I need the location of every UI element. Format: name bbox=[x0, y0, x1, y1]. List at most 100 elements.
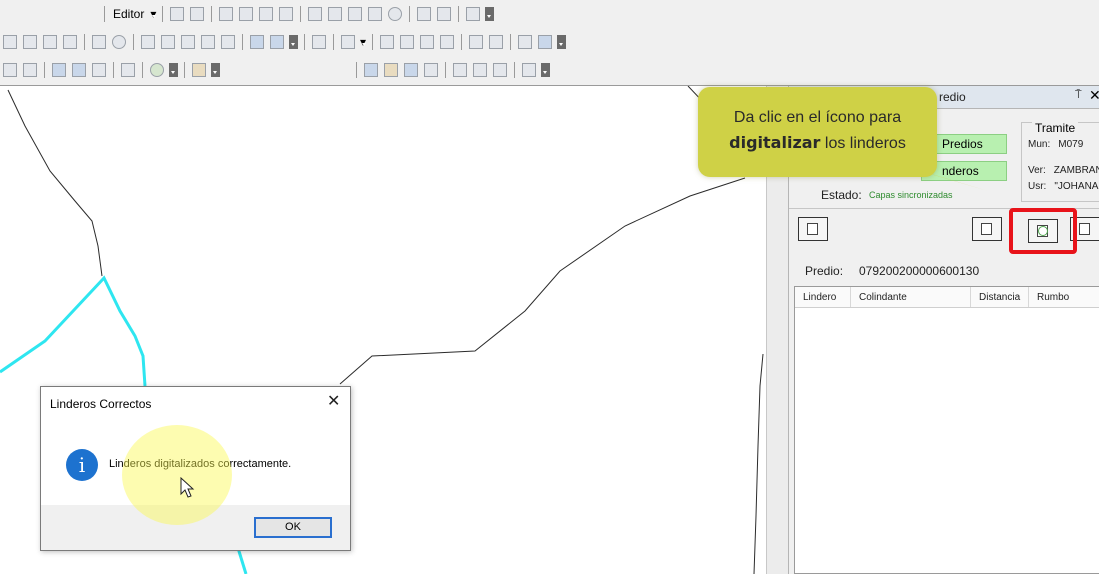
toolbar-separator bbox=[242, 34, 243, 50]
fillet-icon[interactable] bbox=[380, 35, 394, 49]
usr-label: Usr: bbox=[1028, 181, 1047, 192]
pin-icon[interactable]: ⍑ bbox=[1075, 89, 1082, 102]
globe-icon[interactable] bbox=[150, 63, 164, 77]
create-features-icon[interactable] bbox=[466, 7, 481, 21]
toolbar-options-icon[interactable] bbox=[211, 63, 220, 77]
toolbar-options-icon[interactable] bbox=[289, 35, 298, 49]
toolbar-separator bbox=[510, 34, 511, 50]
parcel-edit-icon[interactable] bbox=[384, 63, 398, 77]
toolbox-icon[interactable] bbox=[72, 63, 86, 77]
toolbar-separator bbox=[300, 6, 302, 22]
parcel-line bbox=[0, 275, 147, 387]
parcel-tools-icon[interactable] bbox=[424, 63, 438, 77]
extend-icon[interactable] bbox=[23, 35, 37, 49]
parcel-layers-icon[interactable] bbox=[364, 63, 378, 77]
mouse-cursor-icon bbox=[180, 477, 195, 498]
parcel-search-icon[interactable] bbox=[404, 63, 418, 77]
ver-value: ZAMBRAN bbox=[1053, 165, 1099, 176]
union-icon[interactable] bbox=[161, 35, 175, 49]
dialog-title: Linderos Correctos bbox=[50, 397, 152, 411]
select-predio-button[interactable] bbox=[798, 217, 828, 241]
report-icon[interactable] bbox=[538, 35, 552, 49]
toolbar-separator bbox=[133, 34, 134, 50]
rotate-icon[interactable] bbox=[388, 7, 403, 21]
column-header-distancia[interactable]: Distancia bbox=[971, 287, 1029, 307]
buffer-icon[interactable] bbox=[270, 35, 284, 49]
toolbar-separator bbox=[514, 62, 515, 78]
hyperlink-icon[interactable] bbox=[518, 35, 532, 49]
straight-segment-icon[interactable] bbox=[219, 7, 234, 21]
parcel-report-icon[interactable] bbox=[493, 63, 507, 77]
edit-annotation-icon[interactable] bbox=[190, 7, 205, 21]
topology-edit-icon[interactable] bbox=[3, 35, 17, 49]
snap-icon[interactable] bbox=[400, 35, 414, 49]
sketch-properties-icon[interactable] bbox=[437, 7, 452, 21]
info-icon: i bbox=[66, 449, 98, 481]
toolbar-separator bbox=[84, 34, 85, 50]
python-icon[interactable] bbox=[121, 63, 135, 77]
toolbar-options-icon[interactable] bbox=[541, 63, 550, 77]
identify-icon[interactable] bbox=[489, 35, 503, 49]
toolbar-options-icon[interactable] bbox=[485, 7, 495, 21]
column-header-colindante[interactable]: Colindante bbox=[851, 287, 971, 307]
linderos-grid[interactable]: Lindero Colindante Distancia Rumbo bbox=[794, 286, 1099, 574]
callout-bold-word: digitalizar bbox=[729, 133, 821, 152]
table-icon[interactable] bbox=[469, 35, 483, 49]
toolbar-separator bbox=[104, 6, 105, 22]
toolbar-separator bbox=[44, 62, 45, 78]
align-icon[interactable] bbox=[201, 35, 215, 49]
edit-tool-icon[interactable] bbox=[170, 7, 185, 21]
chevron-down-icon[interactable]: ▾ bbox=[360, 35, 366, 49]
model-builder-icon[interactable] bbox=[92, 63, 106, 77]
parcel-compare-icon[interactable] bbox=[453, 63, 467, 77]
sphere-icon[interactable] bbox=[112, 35, 126, 49]
links-icon[interactable] bbox=[440, 35, 454, 49]
cadastre-toolbar bbox=[352, 56, 552, 84]
reshape-icon[interactable] bbox=[308, 7, 323, 21]
attributes-icon[interactable] bbox=[417, 7, 432, 21]
merge-icon[interactable] bbox=[141, 35, 155, 49]
toolbar-separator bbox=[211, 6, 213, 22]
tramite-group: Tramite Mun: M079 Ver: ZAMBRAN Usr: "JOHANA bbox=[1021, 121, 1099, 202]
split-icon[interactable] bbox=[328, 7, 343, 21]
toolbar-options-icon[interactable] bbox=[169, 63, 178, 77]
line-intersection-icon[interactable] bbox=[63, 35, 77, 49]
edit-predio-button[interactable] bbox=[972, 217, 1002, 241]
layer-table-icon[interactable] bbox=[23, 63, 37, 77]
toolbar-separator bbox=[372, 34, 373, 50]
catalog-icon[interactable] bbox=[52, 63, 66, 77]
tools-toolbar bbox=[0, 56, 222, 84]
construction-tool-icon[interactable] bbox=[259, 7, 274, 21]
toolbar-options-icon[interactable] bbox=[557, 35, 566, 49]
column-header-rumbo[interactable]: Rumbo bbox=[1029, 287, 1099, 307]
mun-value: M079 bbox=[1058, 139, 1084, 150]
tramite-header: Tramite bbox=[1032, 121, 1079, 135]
parcel-network-icon[interactable] bbox=[522, 63, 536, 77]
explode-icon[interactable] bbox=[92, 35, 106, 49]
callout-line-2: digitalizar los linderos bbox=[698, 133, 937, 153]
distribute-icon[interactable] bbox=[221, 35, 235, 49]
column-header-lindero[interactable]: Lindero bbox=[795, 287, 851, 307]
grid-header: Lindero Colindante Distancia Rumbo bbox=[795, 287, 1099, 308]
advanced-edit-icon[interactable] bbox=[341, 35, 355, 49]
curve-icon[interactable] bbox=[239, 7, 254, 21]
callout-line-2-rest: los linderos bbox=[820, 135, 906, 152]
add-data-icon[interactable] bbox=[192, 63, 206, 77]
close-icon[interactable]: ✕ bbox=[327, 391, 340, 411]
cut-polygon-icon[interactable] bbox=[348, 7, 363, 21]
generalize-icon[interactable] bbox=[312, 35, 326, 49]
spatial-adjust-icon[interactable] bbox=[420, 35, 434, 49]
ok-button[interactable]: OK bbox=[254, 517, 332, 538]
editor-menu-button[interactable]: Editor bbox=[109, 7, 148, 21]
chevron-down-icon[interactable]: ▾ bbox=[150, 7, 156, 21]
parcel-sync-icon[interactable] bbox=[473, 63, 487, 77]
cursor-highlight bbox=[122, 425, 232, 525]
clip-icon[interactable] bbox=[181, 35, 195, 49]
trim-icon[interactable] bbox=[43, 35, 57, 49]
close-icon[interactable]: ✕ bbox=[1089, 87, 1099, 104]
delete-icon[interactable] bbox=[368, 7, 383, 21]
boundary-line bbox=[7, 89, 103, 277]
layer-icon[interactable] bbox=[3, 63, 17, 77]
copy-parallel-icon[interactable] bbox=[250, 35, 264, 49]
vertex-icon[interactable] bbox=[279, 7, 294, 21]
